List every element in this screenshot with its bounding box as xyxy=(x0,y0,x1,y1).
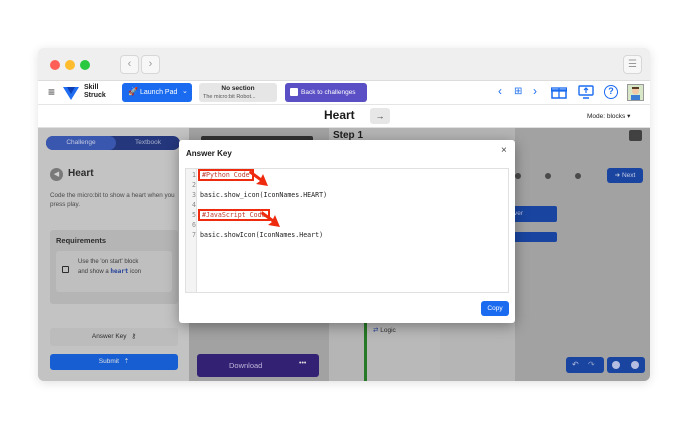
annotation-arrow-icon xyxy=(249,170,268,186)
browser-back-button[interactable]: ‹ xyxy=(120,55,139,74)
skillstruck-logo-text: Skill Struck xyxy=(84,84,106,100)
line-number: 2 xyxy=(192,181,196,189)
help-icon[interactable]: ? xyxy=(604,85,618,99)
close-icon[interactable]: × xyxy=(501,145,507,156)
code-viewer[interactable]: 1 2 3 4 5 6 7 #Python Code basic.show_ic… xyxy=(185,168,509,293)
section-selector[interactable]: No section The micro:bit Robot... xyxy=(199,83,277,102)
line-number: 5 xyxy=(192,211,196,219)
challenge-title-bar: Heart → Mode: blocks ▾ xyxy=(38,105,650,128)
line-number: 7 xyxy=(192,231,196,239)
line-number: 4 xyxy=(192,201,196,209)
line-number: 3 xyxy=(192,191,196,199)
back-to-challenges-label: Back to challenges xyxy=(301,89,356,96)
line-number: 6 xyxy=(192,221,196,229)
section-title: No section xyxy=(221,85,255,92)
gift-box-icon[interactable] xyxy=(550,85,568,99)
launch-pad-button[interactable]: 🚀 Launch Pad ⌄ xyxy=(122,83,192,102)
browser-forward-button[interactable]: › xyxy=(141,55,160,74)
code-comment-javascript: #JavaScript Code xyxy=(198,209,270,221)
mode-selector[interactable]: Mode: blocks ▾ xyxy=(587,112,630,120)
chevron-down-icon: ⌄ xyxy=(182,88,188,95)
section-subtitle: The micro:bit Robot... xyxy=(203,94,256,100)
launch-pad-label: Launch Pad xyxy=(140,89,178,96)
copy-button[interactable]: Copy xyxy=(481,301,509,316)
code-comment-python: #Python Code xyxy=(198,169,254,181)
skillstruck-logo-icon xyxy=(62,85,80,101)
browser-window: ‹ › ☰ ≡ Skill Struck 🚀 Launch Pad ⌄ No s… xyxy=(38,48,650,381)
page-title: Heart xyxy=(324,108,355,122)
answer-key-modal: Answer Key × 1 2 3 4 5 6 7 #Python Code … xyxy=(179,140,515,323)
back-arrow-icon xyxy=(290,88,298,96)
logo-line2: Struck xyxy=(84,92,106,99)
app-header: ≡ Skill Struck 🚀 Launch Pad ⌄ No section… xyxy=(38,81,650,105)
copy-label: Copy xyxy=(487,305,503,312)
modal-title: Answer Key xyxy=(186,149,232,158)
screen-share-icon[interactable] xyxy=(578,85,594,99)
prev-challenge-icon[interactable]: ‹ xyxy=(498,84,502,98)
code-line-javascript: basic.showIcon(IconNames.Heart) xyxy=(200,231,324,239)
maximize-window-dot[interactable] xyxy=(80,60,90,70)
annotation-arrow-icon xyxy=(261,211,280,227)
next-challenge-icon[interactable]: › xyxy=(533,84,537,98)
minimize-window-dot[interactable] xyxy=(65,60,75,70)
browser-menu-icon[interactable]: ☰ xyxy=(623,55,642,74)
title-bar: ‹ › ☰ xyxy=(38,48,650,81)
line-number: 1 xyxy=(192,171,196,179)
grid-icon[interactable]: ⊞ xyxy=(514,86,522,97)
logo-line1: Skill xyxy=(84,84,99,91)
hamburger-menu-icon[interactable]: ≡ xyxy=(48,85,55,99)
avatar[interactable] xyxy=(627,84,644,101)
arrow-right-icon[interactable]: → xyxy=(370,108,390,124)
code-line-python: basic.show_icon(IconNames.HEART) xyxy=(200,191,328,199)
close-window-dot[interactable] xyxy=(50,60,60,70)
back-to-challenges-button[interactable]: Back to challenges xyxy=(285,83,367,102)
rocket-icon: 🚀 xyxy=(128,87,138,96)
